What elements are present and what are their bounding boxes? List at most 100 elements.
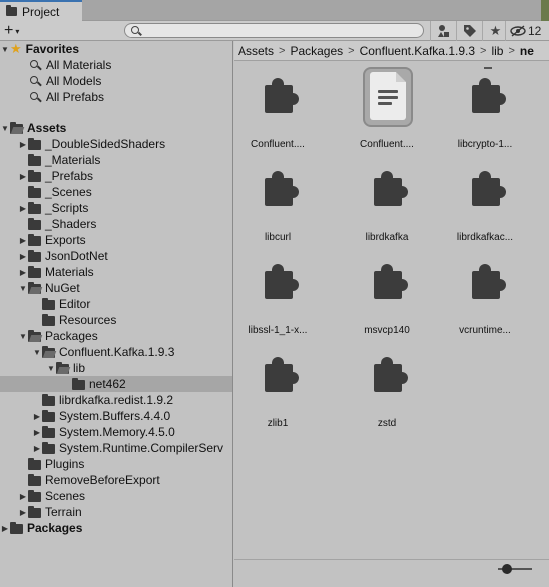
tree-item-folder[interactable]: ▼ lib [0,360,232,376]
search-box[interactable] [124,23,424,38]
expand-arrow-icon[interactable]: ▼ [0,45,10,54]
plugin-icon [371,354,408,396]
asset-item[interactable]: zstd [347,340,427,429]
breadcrumb-item[interactable]: Assets [238,44,274,58]
search-icon [30,91,42,103]
collapsed-arrow-icon[interactable]: ▶ [18,252,28,261]
asset-item[interactable]: Confluent.... [238,61,318,150]
expand-arrow-icon[interactable]: ▼ [18,332,28,341]
collapsed-arrow-icon[interactable]: ▶ [18,236,28,245]
favorites-item[interactable]: All Prefabs [0,89,232,105]
filter-by-type-icon [437,25,449,37]
tree-item-folder[interactable]: ▶ _DoubleSidedShaders [0,136,232,152]
collapsed-arrow-icon[interactable]: ▶ [18,268,28,277]
tree-item-folder-selected[interactable]: net462 [0,376,232,392]
hidden-packages-toggle[interactable]: 12 [505,21,545,41]
favorites-item[interactable]: All Materials [0,57,232,73]
search-by-type-button[interactable] [430,21,456,41]
tree-item-folder[interactable]: ▶ Materials [0,264,232,280]
tree-item-folder[interactable]: Editor [0,296,232,312]
breadcrumb-item-current[interactable]: ne [520,44,534,58]
tree-item-folder[interactable]: _Scenes [0,184,232,200]
plus-icon: + [4,22,14,39]
plugin-icon [262,261,299,303]
tree-item-folder[interactable]: _Materials [0,152,232,168]
scene-view-edge [541,0,549,21]
asset-label: Confluent.... [251,139,305,150]
star-icon: ★ [10,41,22,56]
tree-item-folder[interactable]: Plugins [0,456,232,472]
collapsed-arrow-icon[interactable]: ▶ [18,492,28,501]
tree-item-folder[interactable]: ▶ Terrain [0,504,232,520]
tree-item-assets[interactable]: ▼ Assets [0,120,232,136]
tree-label: Exports [45,233,86,247]
favorites-item[interactable]: All Models [0,73,232,89]
asset-item[interactable]: librdkafka [347,154,427,243]
tree-item-folder[interactable]: ▶ System.Buffers.4.4.0 [0,408,232,424]
tree-item-folder[interactable]: ▶ JsonDotNet [0,248,232,264]
asset-label: vcruntime... [459,325,511,336]
expand-arrow-icon[interactable]: ▼ [32,348,42,357]
tree-label: net462 [89,377,126,391]
collapsed-arrow-icon[interactable]: ▶ [18,508,28,517]
search-icon [30,75,42,87]
expand-arrow-icon[interactable]: ▼ [46,364,56,373]
tree-item-folder[interactable]: ▶ _Prefabs [0,168,232,184]
tree-label: Resources [59,313,117,327]
folder-icon [28,202,41,214]
search-by-label-button[interactable] [456,21,482,41]
folder-icon [28,170,41,182]
tree-item-folder[interactable]: librdkafka.redist.1.9.2 [0,392,232,408]
breadcrumb-item[interactable]: Packages [290,44,343,58]
tree-label: _Materials [45,153,101,167]
breadcrumb-item[interactable]: lib [491,44,503,58]
tree-label: All Models [46,74,102,88]
tree-item-packages[interactable]: ▶ Packages [0,520,232,536]
zoom-slider-thumb[interactable] [502,564,512,574]
breadcrumb-item[interactable]: Confluent.Kafka.1.9.3 [360,44,475,58]
asset-item[interactable]: librdkafkac... [445,154,525,243]
tree-item-folder[interactable]: ▼ NuGet [0,280,232,296]
tree-item-folder[interactable]: ▶ System.Memory.4.5.0 [0,424,232,440]
search-input[interactable] [143,24,413,37]
collapsed-arrow-icon[interactable]: ▶ [0,524,10,533]
folder-icon [72,378,85,390]
asset-grid: Confluent.... Confluent.... libcrypto-1.… [234,61,549,559]
tree-label: _DoubleSidedShaders [45,137,166,151]
asset-item[interactable]: vcruntime... [445,247,525,336]
tree-item-folder[interactable]: _Shaders [0,216,232,232]
asset-item[interactable]: zlib1 [238,340,318,429]
collapsed-arrow-icon[interactable]: ▶ [32,412,42,421]
collapsed-arrow-icon[interactable]: ▶ [18,204,28,213]
tree-label: Packages [45,329,98,343]
project-tree: ▼ ★ Favorites All Materials All Models A… [0,41,233,587]
folder-icon [28,458,41,470]
tree-item-folder[interactable]: Resources [0,312,232,328]
folder-icon [28,250,41,262]
tree-item-favorites[interactable]: ▼ ★ Favorites [0,41,232,57]
asset-label: Confluent.... [360,139,414,150]
asset-label: libcrypto-1... [457,139,513,150]
collapsed-arrow-icon[interactable]: ▶ [18,172,28,181]
expand-arrow-icon[interactable]: ▼ [18,284,28,293]
asset-item[interactable]: libssl-1_1-x... [238,247,318,336]
asset-item-selected[interactable]: Confluent.... [347,61,427,150]
tree-item-folder[interactable]: RemoveBeforeExport [0,472,232,488]
create-asset-button[interactable]: + ▾ [4,22,26,40]
collapsed-arrow-icon[interactable]: ▶ [32,444,42,453]
tree-item-folder[interactable]: ▼ Packages [0,328,232,344]
asset-item[interactable]: libcurl [238,154,318,243]
tree-label: Editor [59,297,91,311]
tree-item-folder[interactable]: ▶ System.Runtime.CompilerServ [0,440,232,456]
asset-item[interactable]: libcrypto-1... [445,61,525,150]
tree-item-folder[interactable]: ▶ Scenes [0,488,232,504]
asset-item[interactable]: msvcp140 [347,247,427,336]
collapsed-arrow-icon[interactable]: ▶ [32,428,42,437]
tree-item-folder[interactable]: ▶ Exports [0,232,232,248]
expand-arrow-icon[interactable]: ▼ [0,124,10,133]
collapsed-arrow-icon[interactable]: ▶ [18,140,28,149]
tab-project[interactable]: Project [0,0,82,21]
tree-item-folder[interactable]: ▼ Confluent.Kafka.1.9.3 [0,344,232,360]
tree-item-folder[interactable]: ▶ _Scripts [0,200,232,216]
tree-label: _Shaders [45,217,97,231]
